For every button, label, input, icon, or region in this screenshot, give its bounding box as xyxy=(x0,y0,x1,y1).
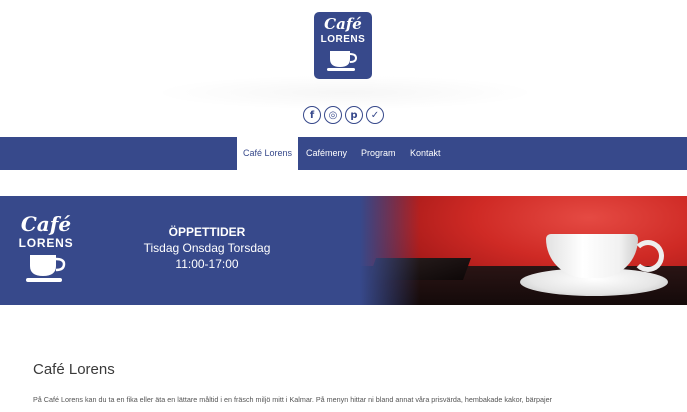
banner-logo: Café LORENS xyxy=(14,214,78,289)
nav-item-program[interactable]: Program xyxy=(361,137,396,170)
page-title: Café Lorens xyxy=(33,361,115,378)
opening-time: 11:00-17:00 xyxy=(175,257,239,271)
pinterest-glyph: p xyxy=(350,109,358,121)
opening-hours-title: ÖPPETTIDER xyxy=(168,225,246,239)
main-nav: Café Lorens Cafémeny Program Kontakt xyxy=(0,137,687,170)
opening-days: Tisdag Onsdag Torsdag xyxy=(143,241,271,255)
twitter-glyph: ✓ xyxy=(370,109,380,121)
banner-logo-cafe: Café xyxy=(20,212,72,236)
nav-item-kontakt[interactable]: Kontakt xyxy=(410,137,441,170)
coffee-photo xyxy=(360,196,687,305)
banner-logo-lorens: LORENS xyxy=(18,236,74,250)
intro-paragraph: På Café Lorens kan du ta en fika eller ä… xyxy=(33,395,552,404)
pinterest-icon[interactable]: p xyxy=(345,106,363,124)
logo-lorens-text: LORENS xyxy=(320,34,366,45)
facebook-glyph: f xyxy=(309,109,315,121)
hero-banner: Café LORENS ÖPPETTIDER Tisdag Onsdag Tor… xyxy=(0,196,687,305)
site-logo[interactable]: Café LORENS xyxy=(314,12,372,79)
logo-cafe-text: Café xyxy=(324,15,362,33)
social-links: f ◎ p ✓ xyxy=(303,106,384,124)
coffee-cup-icon xyxy=(26,255,66,282)
twitter-icon[interactable]: ✓ xyxy=(366,106,384,124)
opening-hours: ÖPPETTIDER Tisdag Onsdag Torsdag 11:00-1… xyxy=(132,225,282,271)
photo-cup-handle xyxy=(632,240,664,272)
header-watermark xyxy=(150,75,540,110)
instagram-glyph: ◎ xyxy=(328,109,338,121)
nav-item-cafe-lorens[interactable]: Café Lorens xyxy=(237,137,298,170)
instagram-icon[interactable]: ◎ xyxy=(324,106,342,124)
coffee-cup-icon xyxy=(327,51,358,71)
nav-item-cafemeny[interactable]: Cafémeny xyxy=(306,137,347,170)
facebook-icon[interactable]: f xyxy=(303,106,321,124)
photo-fade xyxy=(360,196,420,305)
